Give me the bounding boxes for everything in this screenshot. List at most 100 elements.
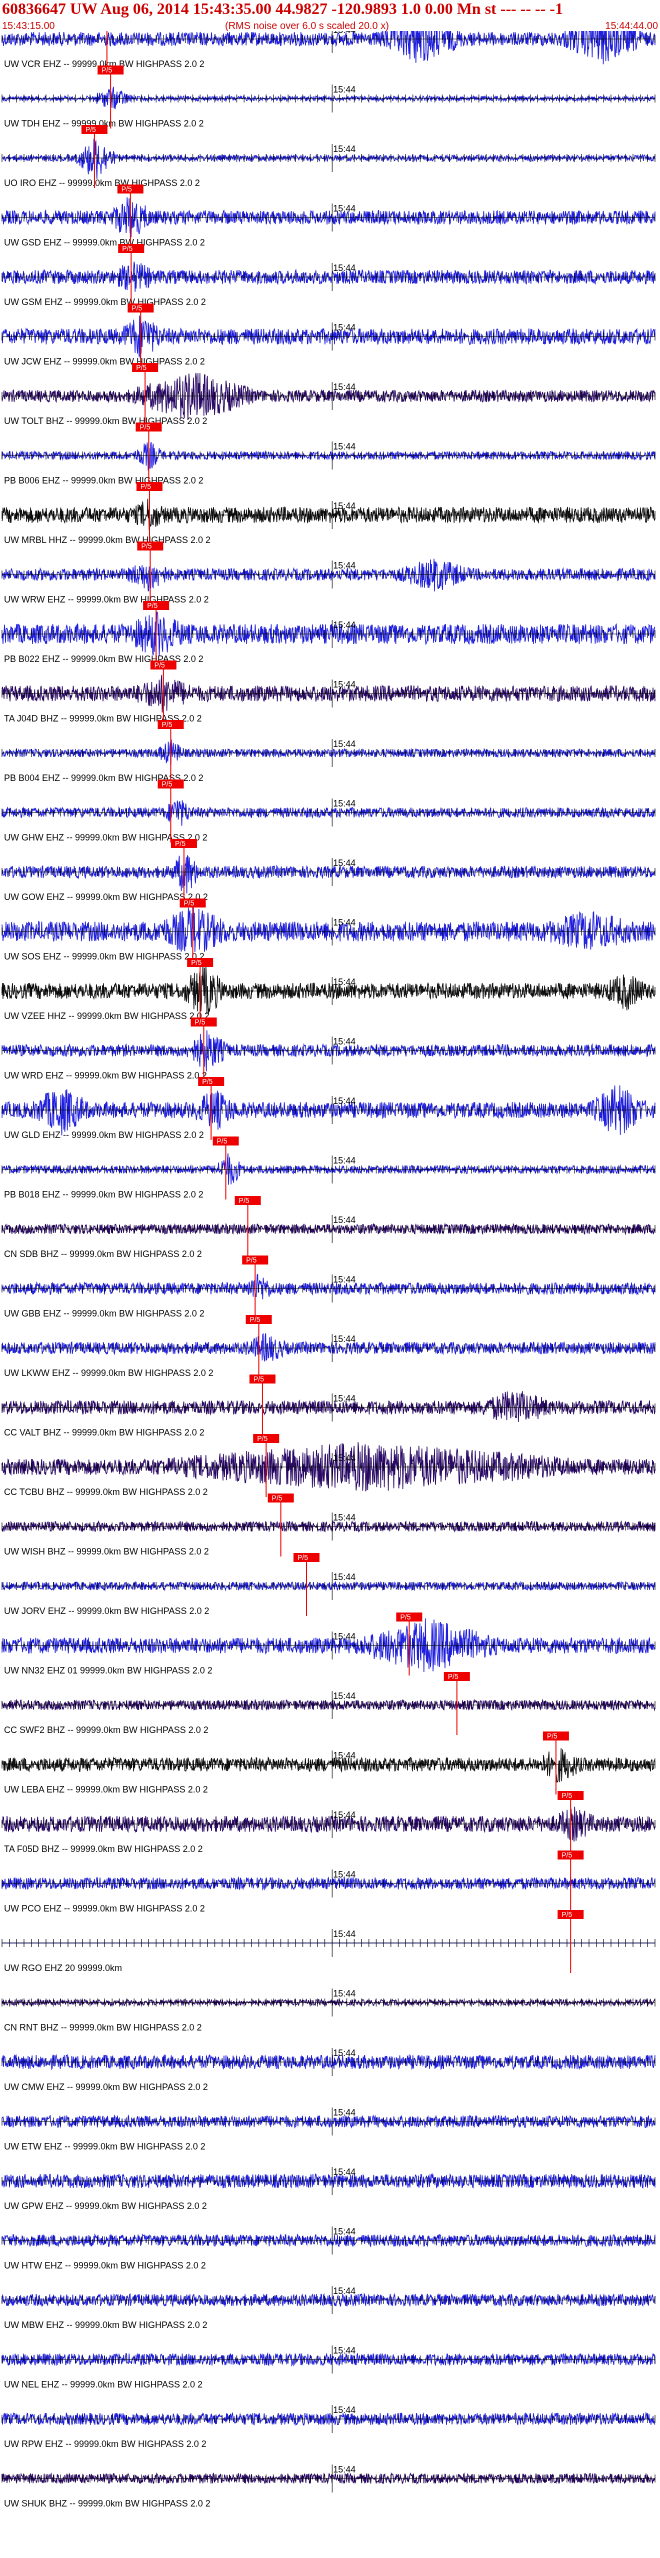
minute-marker-label: 15:44 <box>333 2167 356 2177</box>
trace-label: UW LEBA EHZ -- 99999.0km BW HIGHPASS 2.0… <box>4 1785 208 1795</box>
pick-label: P/5 <box>191 960 202 967</box>
trace-label: UW GBB EHZ -- 99999.0km BW HIGHPASS 2.0 … <box>4 1309 204 1319</box>
pick-label: P/5 <box>257 1436 268 1443</box>
trace-label: TA F05D BHZ -- 99999.0km BW HIGHPASS 2.0… <box>4 1844 203 1854</box>
trace-label: UW PCO EHZ -- 99999.0km BW HIGHPASS 2.0 … <box>4 1904 205 1914</box>
minute-marker-label: 15:44 <box>333 620 356 630</box>
minute-marker-label: 15:44 <box>333 1810 356 1820</box>
pick-label: P/5 <box>239 1198 250 1205</box>
minute-marker-label: 15:44 <box>333 1632 356 1642</box>
trace-label: UW SHUK BHZ -- 99999.0km BW HIGHPASS 2.0… <box>4 2499 210 2509</box>
minute-marker-label: 15:44 <box>333 204 356 214</box>
pick-label: P/5 <box>140 425 151 432</box>
trace-label: UW WRW EHZ -- 99999.0km BW HIGHPASS 2.0 … <box>4 595 209 605</box>
minute-marker-label: 15:44 <box>333 382 356 392</box>
pick-label: P/5 <box>202 1079 213 1086</box>
trace-label: UW CMW EHZ -- 99999.0km BW HIGHPASS 2.0 … <box>4 2082 208 2092</box>
trace-waveform <box>1 964 656 1015</box>
trace-waveform <box>1 800 656 826</box>
pick-label: P/5 <box>121 187 132 194</box>
minute-marker-label: 15:44 <box>333 1989 356 1999</box>
pick-label: P/5 <box>246 1258 257 1265</box>
minute-marker-label: 15:44 <box>333 977 356 987</box>
trace-waveform <box>1 372 656 421</box>
minute-marker-label: 15:44 <box>333 263 356 273</box>
trace-waveform <box>1 315 656 359</box>
minute-marker-label: 15:44 <box>333 1751 356 1761</box>
trace-waveform <box>1 1391 656 1423</box>
minute-marker-label: 15:44 <box>333 2465 356 2475</box>
trace-label: UW GSM EHZ -- 99999.0km BW HIGHPASS 2.0 … <box>4 297 206 307</box>
pick-label: P/5 <box>297 1555 308 1562</box>
pick-label: P/5 <box>272 1496 283 1503</box>
trace-label: UW HTW EHZ -- 99999.0km BW HIGHPASS 2.0 … <box>4 2261 206 2271</box>
header-title: 60836647 UW Aug 06, 2014 15:43:35.00 44.… <box>2 1 563 18</box>
trace-label: CN SDB BHZ -- 99999.0km BW HIGHPASS 2.0 … <box>4 1249 202 1259</box>
trace-waveform <box>1 442 656 471</box>
trace-label: UW GLD EHZ -- 99999.0km BW HIGHPASS 2.0 … <box>4 1130 204 1140</box>
pick-label: P/5 <box>132 306 143 313</box>
trace-label: CC TCBU BHZ -- 99999.0km BW HIGHPASS 2.0… <box>4 1487 208 1497</box>
pick-label: P/5 <box>154 663 165 670</box>
minute-marker-label: 15:44 <box>333 1929 356 1939</box>
trace-waveform <box>1 855 656 894</box>
pick-label: P/5 <box>547 1734 558 1741</box>
trace-waveform <box>1 739 656 766</box>
pick-label: P/5 <box>562 1853 573 1860</box>
trace-waveform <box>1 498 656 530</box>
minute-marker-label: 15:44 <box>333 501 356 511</box>
trace-waveform <box>1 138 656 179</box>
trace-label: UW LKWW EHZ -- 99999.0km BW HIGHPASS 2.0… <box>4 1368 213 1378</box>
pick-label: P/5 <box>162 782 173 789</box>
minute-marker-label: 15:44 <box>333 2048 356 2058</box>
trace-waveform <box>1 1333 656 1362</box>
pick-label: P/5 <box>250 1317 261 1324</box>
minute-marker-label: 15:44 <box>333 2346 356 2356</box>
trace-waveform <box>1 906 656 953</box>
minute-marker-label: 15:44 <box>333 1037 356 1047</box>
minute-marker-label: 15:44 <box>333 1691 356 1701</box>
minute-marker-label: 15:44 <box>333 858 356 868</box>
minute-marker-label: 15:44 <box>333 1453 356 1463</box>
pick-label: P/5 <box>85 127 96 134</box>
pick-label: P/5 <box>136 365 147 372</box>
minute-marker-label: 15:44 <box>333 739 356 749</box>
seismogram-plot: 15:44UW VCR EHZ -- 99999.0km BW HIGHPASS… <box>1 31 656 2509</box>
pick-label: P/5 <box>253 1377 264 1384</box>
trace-label: UW JCW EHZ -- 99999.0km BW HIGHPASS 2.0 … <box>4 357 205 367</box>
trace-label: UW TOLT BHZ -- 99999.0km BW HIGHPASS 2.0… <box>4 416 207 426</box>
trace-label: UW ETW EHZ -- 99999.0km BW HIGHPASS 2.0 … <box>4 2142 205 2152</box>
minute-marker-label: 15:44 <box>333 2227 356 2237</box>
minute-marker-label: 15:44 <box>333 1275 356 1285</box>
minute-marker-label: 15:44 <box>333 323 356 333</box>
minute-marker-label: 15:44 <box>333 2108 356 2118</box>
pick-label: P/5 <box>162 722 173 729</box>
minute-marker-label: 15:44 <box>333 31 356 35</box>
minute-marker-label: 15:44 <box>333 1394 356 1404</box>
pick-label: P/5 <box>102 68 113 75</box>
minute-marker-label: 15:44 <box>333 1572 356 1582</box>
minute-marker-label: 15:44 <box>333 918 356 928</box>
pick-label: P/5 <box>195 1020 206 1027</box>
trace-waveform <box>1 1273 656 1300</box>
trace-label: UW MRBL HHZ -- 99999.0km BW HIGHPASS 2.0… <box>4 535 211 545</box>
minute-marker-label: 15:44 <box>333 2405 356 2415</box>
trace-label: UW RPW EHZ -- 99999.0km BW HIGHPASS 2.0 … <box>4 2439 206 2449</box>
minute-marker-label: 15:44 <box>333 799 356 809</box>
trace-waveform <box>1 1085 656 1136</box>
trace-label: UW GSD EHZ -- 99999.0km BW HIGHPASS 2.0 … <box>4 238 205 248</box>
minute-marker-label: 15:44 <box>333 1513 356 1523</box>
minute-marker-label: 15:44 <box>333 1156 356 1166</box>
trace-label: UW GPW EHZ -- 99999.0km BW HIGHPASS 2.0 … <box>4 2201 207 2211</box>
trace-label: UW GOW EHZ -- 99999.0km BW HIGHPASS 2.0 … <box>4 892 208 902</box>
trace-label: UW NN32 EHZ 01 99999.0km BW HIGHPASS 2.0… <box>4 1666 212 1676</box>
minute-marker-label: 15:44 <box>333 1870 356 1880</box>
pick-label: P/5 <box>184 901 195 908</box>
pick-label: P/5 <box>562 1793 573 1800</box>
trace-label: UW WRD EHZ -- 99999.0km BW HIGHPASS 2.0 … <box>4 1071 207 1081</box>
pick-label: P/5 <box>140 484 151 491</box>
trace-label: PB B006 EHZ -- 99999.0km BW HIGHPASS 2.0… <box>4 476 203 486</box>
minute-marker-label: 15:44 <box>333 144 356 154</box>
minute-marker-label: 15:44 <box>333 2286 356 2296</box>
minute-marker-label: 15:44 <box>333 442 356 452</box>
